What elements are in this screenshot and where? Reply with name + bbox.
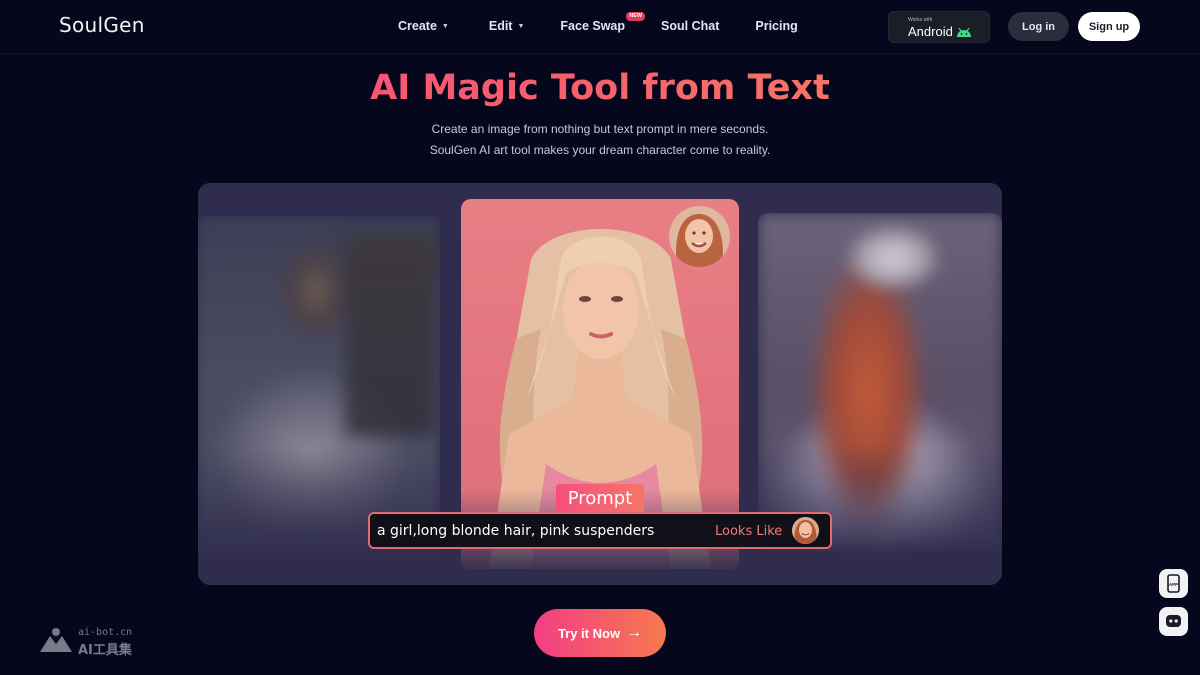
hero-subtitle-line2: SoulGen AI art tool makes your dream cha…: [429, 143, 771, 157]
watermark-url: ai-bot.cn: [78, 627, 133, 638]
try-it-now-button[interactable]: Try it Now →: [534, 609, 666, 657]
looks-like-avatar: [792, 517, 819, 544]
nav-face-swap[interactable]: Face Swap NEW: [560, 12, 646, 33]
app-download-icon: APP: [1167, 574, 1180, 593]
android-icon: [956, 24, 972, 42]
watermark-logo-icon: [40, 628, 72, 652]
nav-soul-chat-label: Soul Chat: [661, 19, 720, 33]
prompt-input-display: a girl,long blonde hair, pink suspenders…: [368, 512, 832, 549]
nav-create[interactable]: Create ▼: [398, 19, 449, 33]
nav-soul-chat[interactable]: Soul Chat: [661, 19, 719, 33]
nav-face-swap-label: Face Swap: [560, 19, 626, 33]
looks-like-label: Looks Like: [715, 524, 783, 539]
prompt-label: Prompt: [556, 484, 644, 512]
blurred-background-shelf: [346, 236, 436, 436]
sample-image-left: [198, 216, 440, 556]
watermark: ai-bot.cn AI工具集: [38, 626, 132, 659]
hero-title: AI Magic Tool from Text: [0, 68, 1200, 108]
android-label: Android: [908, 24, 953, 39]
svg-text:APP: APP: [1169, 582, 1178, 587]
app-download-button[interactable]: APP: [1159, 569, 1188, 598]
new-badge: NEW: [626, 12, 646, 21]
nav-create-label: Create: [398, 19, 437, 33]
discord-icon: [1166, 615, 1181, 627]
android-caption: Works with: [908, 17, 933, 23]
discord-button[interactable]: [1159, 607, 1188, 636]
prompt-text: a girl,long blonde hair, pink suspenders: [377, 523, 655, 539]
top-navbar: SoulGen Create ▼ Edit ▼ Face Swap NEW So…: [0, 0, 1200, 54]
try-it-now-label: Try it Now: [557, 625, 621, 641]
nav-pricing[interactable]: Pricing: [755, 19, 797, 33]
nav-edit-label: Edit: [488, 19, 513, 33]
face-reference-avatar: [666, 203, 733, 270]
nav-pricing-label: Pricing: [755, 19, 798, 33]
caret-down-icon: ▼: [517, 22, 525, 30]
login-button[interactable]: Log in: [1008, 12, 1069, 41]
arrow-right-icon: →: [626, 624, 643, 641]
sample-image-right: [758, 213, 1002, 553]
signup-button[interactable]: Sign up: [1078, 12, 1140, 41]
nav-links: Create ▼ Edit ▼ Face Swap NEW Soul Chat …: [398, 12, 798, 33]
caret-down-icon: ▼: [441, 22, 449, 30]
android-app-button[interactable]: Works with Android: [888, 11, 990, 43]
watermark-text: AI工具集: [78, 643, 132, 658]
brand-logo[interactable]: SoulGen: [59, 13, 145, 37]
hero-subtitle-line1: Create an image from nothing but text pr…: [431, 122, 769, 136]
nav-edit[interactable]: Edit ▼: [489, 19, 525, 33]
